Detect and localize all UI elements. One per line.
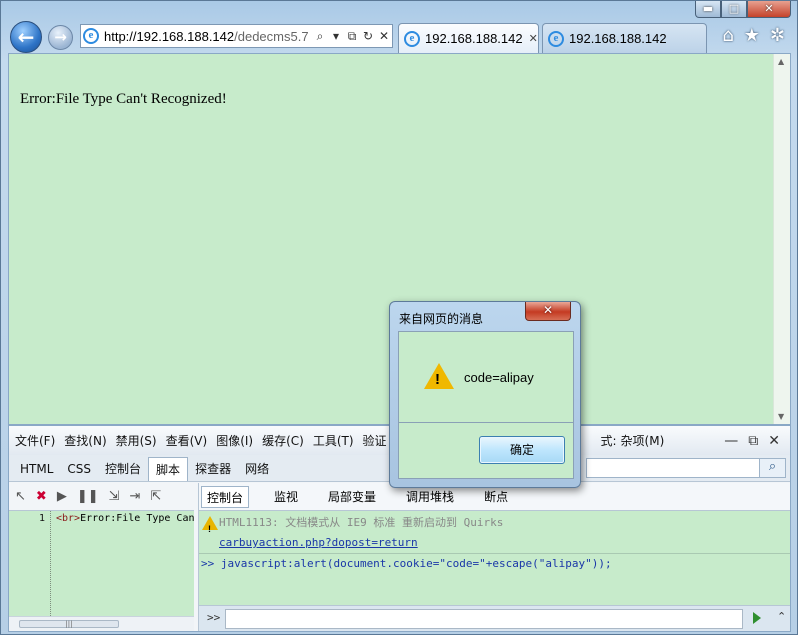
- clear-icon[interactable]: ✖: [36, 489, 47, 504]
- minimize-button[interactable]: ▬: [695, 1, 721, 18]
- refresh-icon[interactable]: ↻: [360, 29, 376, 43]
- home-icon[interactable]: ⌂: [722, 25, 733, 46]
- menu-misc[interactable]: 杂项(M): [621, 432, 665, 449]
- compatibility-view-icon[interactable]: ⧉: [344, 29, 360, 44]
- menu-disable[interactable]: 禁用(S): [116, 432, 157, 449]
- tab-label: 192.168.188.142: [569, 31, 667, 46]
- browser-tab-active[interactable]: e 192.168.188.142 ✕: [398, 23, 539, 53]
- menu-find[interactable]: 查找(N): [64, 432, 106, 449]
- tab-network[interactable]: 网络: [238, 457, 276, 481]
- close-tab-icon[interactable]: ✕: [529, 32, 538, 45]
- subtab-call-stack[interactable]: 调用堆栈: [401, 486, 459, 508]
- vertical-scrollbar[interactable]: ▲ ▼: [773, 54, 790, 424]
- ok-button[interactable]: 确定: [479, 436, 565, 464]
- error-message: Error:File Type Can't Recognized!: [20, 91, 227, 107]
- step-out-icon[interactable]: ⇱: [150, 489, 161, 504]
- window-caption-buttons: ▬ □ ✕: [695, 1, 791, 19]
- search-icon[interactable]: ⌕: [312, 29, 328, 44]
- menu-validate[interactable]: 验证: [363, 432, 387, 449]
- console-input-row: >> ⌃: [199, 605, 790, 631]
- tab-html[interactable]: HTML: [13, 457, 60, 481]
- dialog-body: ! code=alipay: [398, 331, 574, 423]
- url-path: /dedecms5.7: [234, 28, 309, 44]
- menu-tools[interactable]: 工具(T): [313, 432, 354, 449]
- console-prompt: >>: [207, 611, 221, 624]
- console-command-line: >> javascript:alert(document.cookie="cod…: [199, 553, 790, 573]
- line-number: 1: [39, 513, 46, 524]
- line-gutter: 1: [9, 511, 51, 616]
- select-element-icon[interactable]: ↖: [15, 489, 26, 504]
- search-icon[interactable]: ⌕: [759, 459, 785, 477]
- close-window-button[interactable]: ✕: [747, 1, 791, 18]
- console-pane: 控制台 监视 局部变量 调用堆栈 断点 ! HTML1113: 文档模式从 IE…: [198, 483, 790, 631]
- maximize-button[interactable]: □: [721, 1, 747, 18]
- scroll-down-icon[interactable]: ▼: [778, 412, 784, 421]
- dialog-footer: 确定: [398, 423, 574, 479]
- tab-script[interactable]: 脚本: [148, 457, 189, 481]
- br-tag: <br>: [56, 513, 81, 524]
- stop-icon[interactable]: ✕: [376, 29, 392, 43]
- command-icons: ⌂ ★ ✲: [722, 25, 785, 46]
- navigation-bar: ← → e http://192.168.188.142/dedecms5.7 …: [1, 19, 797, 53]
- ie-tab-icon: e: [404, 30, 420, 47]
- ie-tab-icon: e: [548, 30, 564, 47]
- subtab-watch[interactable]: 监视: [269, 486, 303, 508]
- console-warning-text: HTML1113: 文档模式从 IE9 标准 重新启动到 Quirks: [219, 516, 504, 529]
- alert-dialog: 来自网页的消息 ✕ ! code=alipay 确定: [389, 301, 581, 488]
- console-output: ! HTML1113: 文档模式从 IE9 标准 重新启动到 Quirks ca…: [199, 510, 790, 605]
- menu-cache[interactable]: 缓存(C): [262, 432, 304, 449]
- close-devtools-icon[interactable]: ✕: [768, 433, 780, 449]
- subtab-breakpoints[interactable]: 断点: [479, 486, 513, 508]
- tab-label: 192.168.188.142: [425, 31, 523, 46]
- menu-file[interactable]: 文件(F): [15, 432, 55, 449]
- forward-button[interactable]: →: [48, 25, 73, 50]
- ie-page-icon: e: [83, 28, 99, 44]
- back-button[interactable]: ←: [10, 21, 42, 53]
- menu-view[interactable]: 查看(V): [166, 432, 208, 449]
- browser-tab[interactable]: e 192.168.188.142: [542, 23, 707, 53]
- menu-mode[interactable]: 式:: [601, 432, 617, 449]
- url-host: http://192.168.188.142: [104, 28, 235, 44]
- script-source-pane[interactable]: 1 <br>Error:File Type Can't Recognized!: [9, 510, 194, 616]
- expand-multiline-icon[interactable]: ⌃: [777, 610, 786, 623]
- devtools-search-input[interactable]: ⌕: [586, 458, 786, 478]
- dialog-close-button[interactable]: ✕: [525, 302, 571, 321]
- scrollbar-thumb[interactable]: |||: [19, 620, 119, 628]
- script-toolbar: ↖ ✖ ▶ ❚❚ ⇲ ⇥ ⇱: [9, 483, 199, 510]
- console-input[interactable]: [225, 609, 743, 629]
- dropdown-icon[interactable]: ▾: [328, 29, 344, 43]
- tab-css[interactable]: CSS: [60, 457, 98, 481]
- tab-console[interactable]: 控制台: [98, 457, 148, 481]
- dialog-message: code=alipay: [464, 370, 534, 385]
- run-script-icon[interactable]: [753, 612, 761, 624]
- warning-icon: !: [202, 516, 218, 534]
- console-warning-line: ! HTML1113: 文档模式从 IE9 标准 重新启动到 Quirks: [199, 513, 790, 534]
- scroll-up-icon[interactable]: ▲: [778, 57, 784, 66]
- horizontal-scrollbar[interactable]: |||: [9, 616, 194, 631]
- start-debugging-icon[interactable]: ▶: [57, 489, 67, 504]
- pause-icon[interactable]: ❚❚: [77, 489, 99, 504]
- browser-window: ▬ □ ✕ ← → e http://192.168.188.142/dedec…: [0, 0, 798, 635]
- url-text[interactable]: http://192.168.188.142/dedecms5.7: [104, 29, 312, 44]
- step-into-icon[interactable]: ⇲: [109, 489, 120, 504]
- undock-devtools-icon[interactable]: ⧉: [748, 433, 758, 449]
- address-bar[interactable]: e http://192.168.188.142/dedecms5.7 ⌕ ▾ …: [80, 24, 393, 48]
- subtab-console[interactable]: 控制台: [201, 485, 250, 508]
- devtools-menubar-right: 式: 杂项(M) — ⧉ ✕: [601, 426, 791, 455]
- tools-gear-icon[interactable]: ✲: [770, 25, 785, 46]
- tab-profiler[interactable]: 探查器: [188, 457, 238, 481]
- script-source-text: Error:File Type Can't Recognized!: [80, 513, 194, 524]
- minimize-devtools-icon[interactable]: —: [724, 433, 738, 449]
- dialog-title: 来自网页的消息: [399, 312, 484, 326]
- favorites-star-icon[interactable]: ★: [744, 25, 760, 46]
- step-over-icon[interactable]: ⇥: [130, 489, 141, 504]
- console-source-link[interactable]: carbuyaction.php?dopost=return: [199, 533, 790, 553]
- subtab-locals[interactable]: 局部变量: [323, 486, 381, 508]
- warning-icon: !: [424, 363, 454, 389]
- script-source-line: <br>Error:File Type Can't Recognized!: [56, 513, 194, 524]
- menu-images[interactable]: 图像(I): [216, 432, 253, 449]
